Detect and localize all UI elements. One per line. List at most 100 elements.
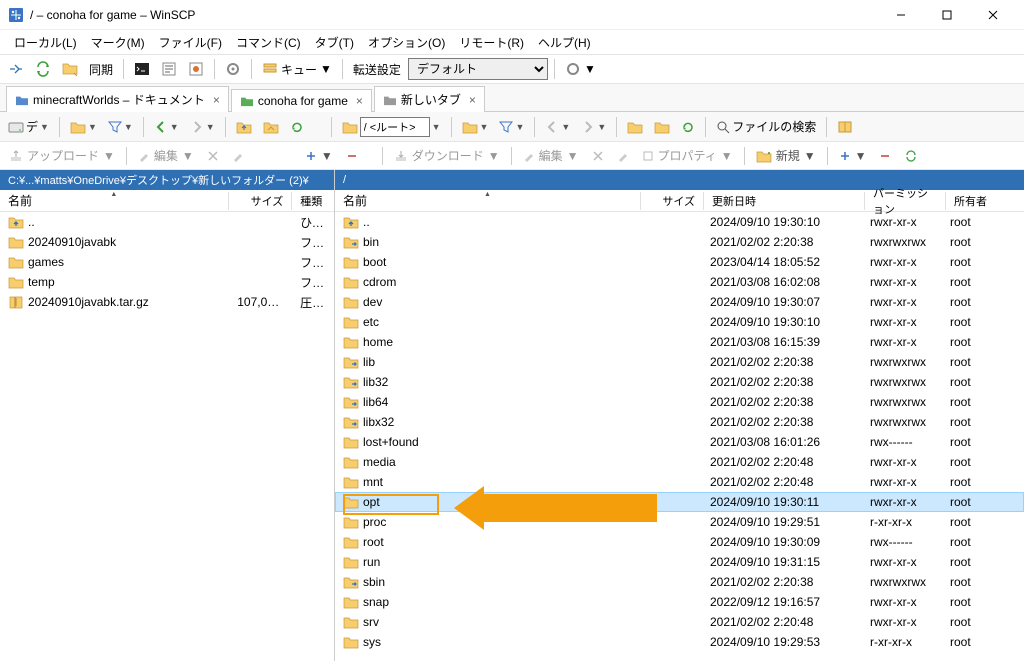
left-new-plus-button[interactable]: ▼ — [300, 147, 338, 165]
file-row[interactable]: lib2021/02/02 2:20:38rwxrwxrwxroot — [335, 352, 1024, 372]
compare-button[interactable] — [58, 59, 82, 79]
menu-item[interactable]: タブ(T) — [309, 32, 360, 53]
local-header-name[interactable]: ▲名前 — [0, 192, 228, 209]
queue-button[interactable]: キュー ▼ — [258, 59, 336, 80]
right-delete-button[interactable] — [587, 148, 609, 164]
right-back-button[interactable]: ▼ — [541, 118, 574, 136]
file-row[interactable]: sbin2021/02/02 2:20:38rwxrwxrwxroot — [335, 572, 1024, 592]
right-sync-icon[interactable] — [899, 147, 923, 165]
remote-header-perm[interactable]: パーミッション — [865, 185, 945, 217]
file-row[interactable]: cdrom2021/03/08 16:02:08rwxr-xr-xroot — [335, 272, 1024, 292]
file-row[interactable]: home2021/03/08 16:15:39rwxr-xr-xroot — [335, 332, 1024, 352]
file-row[interactable]: media2021/02/02 2:20:48rwxr-xr-xroot — [335, 452, 1024, 472]
left-delete-button[interactable] — [202, 148, 224, 164]
file-row[interactable]: bin2021/02/02 2:20:38rwxrwxrwxroot — [335, 232, 1024, 252]
terminal-button[interactable] — [130, 59, 154, 79]
right-refresh-button[interactable] — [677, 118, 699, 136]
menu-item[interactable]: リモート(R) — [453, 32, 530, 53]
file-row[interactable]: 20240910javabk.tar.gz107,043 KB圧縮ア — [0, 292, 334, 312]
menu-item[interactable]: ヘルプ(H) — [532, 32, 597, 53]
close-button[interactable] — [970, 0, 1016, 30]
transfer-preset-select[interactable]: デフォルト — [408, 58, 548, 80]
left-edit-button[interactable]: 編集 ▼ — [133, 145, 199, 166]
file-row[interactable]: tempファイル — [0, 272, 334, 292]
local-path-crumb[interactable]: C:¥...¥matts¥OneDrive¥デスクトップ¥新しいフォルダー (2… — [0, 170, 334, 190]
file-row[interactable]: proc2024/09/10 19:29:51r-xr-xr-xroot — [335, 512, 1024, 532]
menu-item[interactable]: オプション(O) — [362, 32, 451, 53]
file-row[interactable]: lost+found2021/03/08 16:01:26rwx------ro… — [335, 432, 1024, 452]
settings-button[interactable] — [221, 59, 245, 79]
menu-item[interactable]: コマンド(C) — [230, 32, 307, 53]
local-header-size[interactable]: サイズ — [229, 193, 292, 209]
remote-header-date[interactable]: 更新日時 — [704, 193, 864, 209]
right-parent-button[interactable] — [623, 118, 647, 136]
remote-header-name[interactable]: ▲名前 — [335, 192, 640, 209]
file-row[interactable]: gamesファイル — [0, 252, 334, 272]
left-forward-button[interactable]: ▼ — [186, 118, 219, 136]
left-refresh-button[interactable] — [286, 118, 308, 136]
right-forward-button[interactable]: ▼ — [577, 118, 610, 136]
right-open-folder-button[interactable]: ▼ — [458, 118, 493, 136]
right-path-input[interactable] — [360, 117, 430, 137]
right-new-plus-button[interactable]: ▼ — [834, 147, 872, 165]
file-row[interactable]: boot2023/04/14 18:05:52rwxr-xr-xroot — [335, 252, 1024, 272]
transfer-settings-button[interactable]: ▼ — [561, 59, 600, 79]
right-edit2-button[interactable] — [612, 148, 634, 164]
menu-item[interactable]: ローカル(L) — [8, 32, 83, 53]
right-home-button[interactable] — [650, 118, 674, 136]
file-row[interactable]: run2024/09/10 19:31:15rwxr-xr-xroot — [335, 552, 1024, 572]
file-row[interactable]: srv2021/02/02 2:20:48rwxr-xr-xroot — [335, 612, 1024, 632]
right-filter-button[interactable]: ▼ — [495, 118, 528, 136]
right-edit-button[interactable]: 編集 ▼ — [518, 145, 584, 166]
session-tab[interactable]: conoha for game× — [231, 89, 372, 112]
remote-header-owner[interactable]: 所有者 — [946, 193, 1006, 209]
file-row[interactable]: ..ひとつ上 — [0, 212, 334, 232]
upload-button[interactable]: アップロード ▼ — [4, 145, 120, 166]
nav-extra-button[interactable] — [833, 118, 857, 136]
file-row[interactable]: root2024/09/10 19:30:09rwx------root — [335, 532, 1024, 552]
properties-button[interactable]: プロパティ ▼ — [637, 145, 738, 166]
session-tab[interactable]: minecraftWorlds – ドキュメント× — [6, 86, 229, 112]
remote-file-list[interactable]: ..2024/09/10 19:30:10rwxr-xr-xrootbin202… — [335, 212, 1024, 661]
right-root-button[interactable]: ▼ — [338, 115, 445, 139]
download-button[interactable]: ダウンロード ▼ — [389, 145, 505, 166]
main-toolbar: 同期 キュー ▼ 転送設定 デフォルト ▼ — [0, 54, 1024, 84]
remote-header-size[interactable]: サイズ — [641, 193, 703, 209]
left-back-button[interactable]: ▼ — [150, 118, 183, 136]
script-button[interactable] — [157, 59, 181, 79]
tab-close-icon[interactable]: × — [469, 93, 476, 107]
file-row[interactable]: snap2022/09/12 19:16:57rwxr-xr-xroot — [335, 592, 1024, 612]
right-new-minus-button[interactable] — [874, 148, 896, 164]
maximize-button[interactable] — [924, 0, 970, 30]
left-edit2-button[interactable] — [227, 148, 249, 164]
local-header-type[interactable]: 種類 — [292, 193, 334, 209]
file-row[interactable]: lib322021/02/02 2:20:38rwxrwxrwxroot — [335, 372, 1024, 392]
log-button[interactable] — [184, 59, 208, 79]
menu-item[interactable]: マーク(M) — [85, 32, 151, 53]
file-row[interactable]: etc2024/09/10 19:30:10rwxr-xr-xroot — [335, 312, 1024, 332]
tab-close-icon[interactable]: × — [356, 94, 363, 108]
tab-close-icon[interactable]: × — [213, 93, 220, 107]
file-row[interactable]: lib642021/02/02 2:20:38rwxrwxrwxroot — [335, 392, 1024, 412]
left-home-button[interactable] — [259, 118, 283, 136]
left-drive-button[interactable]: デ▼ — [4, 116, 53, 137]
file-row[interactable]: mnt2021/02/02 2:20:48rwxr-xr-xroot — [335, 472, 1024, 492]
sync-browse-button[interactable] — [4, 59, 28, 79]
left-filter-button[interactable]: ▼ — [104, 118, 137, 136]
file-row[interactable]: sys2024/09/10 19:29:53r-xr-xr-xroot — [335, 632, 1024, 652]
minimize-button[interactable] — [878, 0, 924, 30]
sync-button[interactable] — [31, 59, 55, 79]
file-row[interactable]: opt2024/09/10 19:30:11rwxr-xr-xroot — [335, 492, 1024, 512]
session-tab[interactable]: 新しいタブ× — [374, 86, 485, 112]
sync-label[interactable]: 同期 — [85, 59, 117, 80]
find-files-button[interactable]: ファイルの検索 — [712, 116, 820, 137]
file-row[interactable]: libx322021/02/02 2:20:38rwxrwxrwxroot — [335, 412, 1024, 432]
new-button[interactable]: 新規 ▼ — [751, 145, 821, 166]
left-open-folder-button[interactable]: ▼ — [66, 118, 101, 136]
left-new-minus-button[interactable] — [341, 148, 363, 164]
menu-item[interactable]: ファイル(F) — [153, 32, 228, 53]
local-file-list[interactable]: ..ひとつ上20240910javabkファイルgamesファイルtempファイ… — [0, 212, 334, 661]
file-row[interactable]: dev2024/09/10 19:30:07rwxr-xr-xroot — [335, 292, 1024, 312]
left-parent-button[interactable] — [232, 118, 256, 136]
file-row[interactable]: 20240910javabkファイル — [0, 232, 334, 252]
